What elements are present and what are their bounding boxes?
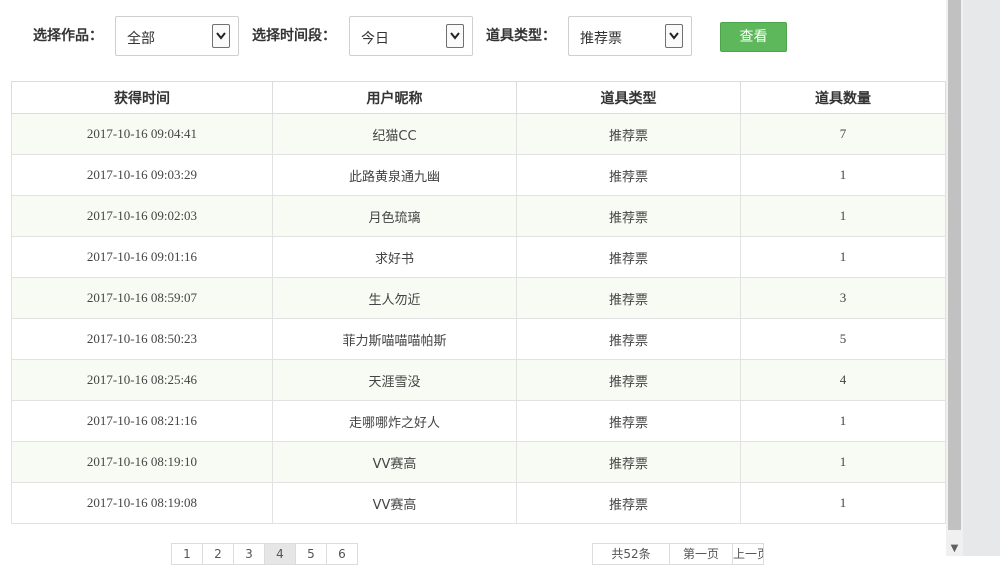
type-select[interactable]: 推荐票 [568, 16, 692, 56]
cell-item-count: 4 [740, 359, 946, 401]
cell-nickname: VV赛高 [272, 441, 517, 483]
table-row: 2017-10-16 08:59:07 生人勿近 推荐票 3 [11, 277, 946, 319]
cell-item-type: 推荐票 [516, 318, 741, 360]
table-row: 2017-10-16 09:01:16 求好书 推荐票 1 [11, 236, 946, 278]
table-row: 2017-10-16 08:25:46 天涯雪没 推荐票 4 [11, 359, 946, 401]
cell-item-count: 1 [740, 400, 946, 442]
cell-item-type: 推荐票 [516, 359, 741, 401]
pagination-first-label: 第一页 [682, 547, 719, 561]
view-button[interactable]: 查看 [720, 22, 787, 52]
cell-item-type: 推荐票 [516, 236, 741, 278]
pagination-page-button[interactable]: 3 [233, 543, 265, 565]
work-filter-label: 选择作品： [33, 28, 103, 44]
right-gutter [963, 0, 1000, 556]
cell-nickname: 月色琉璃 [272, 195, 517, 237]
cell-item-count: 1 [740, 482, 946, 524]
cell-nickname: 走哪哪炸之好人 [272, 400, 517, 442]
cell-time: 2017-10-16 09:02:03 [11, 195, 273, 237]
cell-item-type: 推荐票 [516, 482, 741, 524]
cell-nickname: 纪猫CC [272, 113, 517, 155]
cell-item-type: 推荐票 [516, 113, 741, 155]
table-row: 2017-10-16 09:03:29 此路黄泉通九幽 推荐票 1 [11, 154, 946, 196]
cell-item-type: 推荐票 [516, 400, 741, 442]
cell-nickname: 菲力斯喵喵喵帕斯 [272, 318, 517, 360]
pagination-prev-button[interactable]: 上一页 [732, 543, 764, 565]
cell-time: 2017-10-16 08:19:08 [11, 482, 273, 524]
cell-item-count: 1 [740, 441, 946, 483]
pagination-page-button[interactable]: 4 [264, 543, 296, 565]
column-header-time: 获得时间 [11, 81, 273, 114]
cell-time: 2017-10-16 08:25:46 [11, 359, 273, 401]
cell-item-count: 1 [740, 195, 946, 237]
pagination-first-button[interactable]: 第一页 [669, 543, 733, 565]
cell-item-type: 推荐票 [516, 277, 741, 319]
column-header-item-count: 道具数量 [740, 81, 946, 114]
cell-nickname: 求好书 [272, 236, 517, 278]
pagination-page-button[interactable]: 1 [171, 543, 203, 565]
cell-time: 2017-10-16 09:03:29 [11, 154, 273, 196]
table-row: 2017-10-16 09:04:41 纪猫CC 推荐票 7 [11, 113, 946, 155]
pagination-total: 共52条 [592, 543, 670, 565]
cell-item-type: 推荐票 [516, 441, 741, 483]
work-select-value: 全部 [127, 31, 155, 47]
cell-item-count: 5 [740, 318, 946, 360]
table-row: 2017-10-16 09:02:03 月色琉璃 推荐票 1 [11, 195, 946, 237]
cell-item-type: 推荐票 [516, 195, 741, 237]
period-filter-label: 选择时间段： [252, 28, 336, 44]
cell-time: 2017-10-16 08:50:23 [11, 318, 273, 360]
cell-time: 2017-10-16 08:59:07 [11, 277, 273, 319]
pagination-total-text: 共52条 [611, 547, 651, 561]
table-row: 2017-10-16 08:19:10 VV赛高 推荐票 1 [11, 441, 946, 483]
type-select-value: 推荐票 [580, 31, 622, 47]
work-select[interactable]: 全部 [115, 16, 239, 56]
cell-nickname: 天涯雪没 [272, 359, 517, 401]
pagination-prev-label: 上一页 [733, 547, 763, 561]
cell-time: 2017-10-16 09:01:16 [11, 236, 273, 278]
cell-item-count: 1 [740, 154, 946, 196]
table-row: 2017-10-16 08:50:23 菲力斯喵喵喵帕斯 推荐票 5 [11, 318, 946, 360]
chevron-down-icon [665, 24, 683, 48]
filter-bar: 选择作品： 全部 选择时间段： 今日 道具类型： 推荐票 查看 [0, 0, 946, 80]
period-select[interactable]: 今日 [349, 16, 473, 56]
cell-nickname: 生人勿近 [272, 277, 517, 319]
type-filter-label: 道具类型： [486, 28, 556, 44]
cell-nickname: VV赛高 [272, 482, 517, 524]
table-row: 2017-10-16 08:19:08 VV赛高 推荐票 1 [11, 482, 946, 524]
scrollbar-thumb[interactable] [948, 0, 961, 530]
cell-item-count: 7 [740, 113, 946, 155]
cell-nickname: 此路黄泉通九幽 [272, 154, 517, 196]
period-select-value: 今日 [361, 31, 389, 47]
cell-item-type: 推荐票 [516, 154, 741, 196]
cell-time: 2017-10-16 08:19:10 [11, 441, 273, 483]
table-header-row: 获得时间 用户昵称 道具类型 道具数量 [11, 81, 946, 114]
chevron-down-icon [212, 24, 230, 48]
cell-time: 2017-10-16 09:04:41 [11, 113, 273, 155]
table-row: 2017-10-16 08:21:16 走哪哪炸之好人 推荐票 1 [11, 400, 946, 442]
chevron-down-icon [446, 24, 464, 48]
cell-item-count: 1 [740, 236, 946, 278]
pagination-page-button[interactable]: 2 [202, 543, 234, 565]
column-header-nickname: 用户昵称 [272, 81, 517, 114]
cell-time: 2017-10-16 08:21:16 [11, 400, 273, 442]
cell-item-count: 3 [740, 277, 946, 319]
column-header-item-type: 道具类型 [516, 81, 741, 114]
scroll-down-arrow-icon[interactable]: ▼ [946, 541, 963, 556]
vertical-scrollbar[interactable]: ▼ [946, 0, 963, 556]
pagination-page-button[interactable]: 6 [326, 543, 358, 565]
records-table: 获得时间 用户昵称 道具类型 道具数量 2017-10-16 09:04:41 纪… [11, 81, 946, 524]
pagination-page-button[interactable]: 5 [295, 543, 327, 565]
